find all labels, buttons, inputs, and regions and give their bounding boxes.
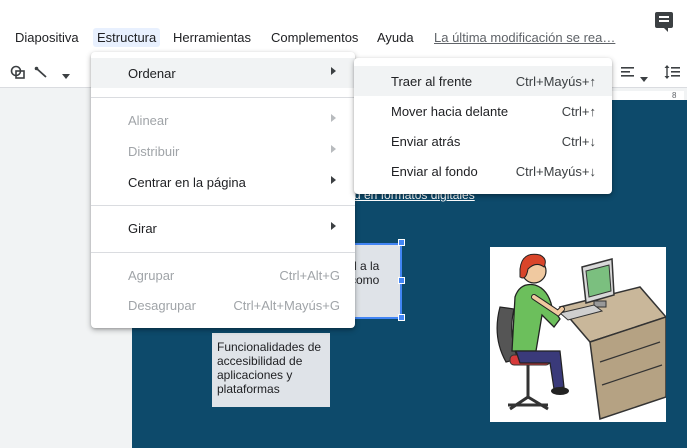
menu-item-alinear[interactable]: Alinear [91, 105, 355, 135]
menu-separator [91, 252, 355, 253]
comment-icon[interactable] [655, 12, 673, 32]
menu-item-ordenar[interactable]: Ordenar [91, 58, 355, 88]
menu-item-centrar[interactable]: Centrar en la página [91, 167, 355, 197]
menu-item-shortcut: Ctrl+Alt+Mayús+G [233, 298, 340, 313]
menu-bar: Diapositiva Estructura Herramientas Comp… [0, 0, 687, 58]
submenu-arrow-icon [331, 145, 336, 153]
textbox-accessibility[interactable]: Funcionalidades de accesibilidad de apli… [212, 333, 330, 407]
menu-item-agrupar[interactable]: Agrupar Ctrl+Alt+G [91, 260, 355, 290]
submenu-item-shortcut: Ctrl+↓ [561, 134, 596, 149]
chevron-down-icon[interactable] [62, 67, 70, 84]
submenu-item-label: Enviar al fondo [391, 164, 478, 179]
menu-herramientas[interactable]: Herramientas [173, 30, 251, 45]
menu-item-desagrupar[interactable]: Desagrupar Ctrl+Alt+Mayús+G [91, 290, 355, 320]
align-icon[interactable] [620, 64, 636, 84]
app-window: Diapositiva Estructura Herramientas Comp… [0, 0, 687, 448]
submenu-arrow-icon [331, 176, 336, 184]
menu-item-label: Agrupar [128, 268, 175, 283]
submenu-item-enviar-atras[interactable]: Enviar atrás Ctrl+↓ [354, 126, 612, 156]
ruler: 8 [612, 91, 684, 100]
submenu-item-label: Mover hacia delante [391, 104, 509, 119]
menu-item-label: Alinear [128, 113, 169, 128]
submenu-arrow-icon [331, 114, 336, 122]
menu-item-label: Ordenar [128, 66, 176, 81]
ordenar-submenu: Traer al frente Ctrl+Mayús+↑ Mover hacia… [354, 58, 612, 194]
menu-item-label: Centrar en la página [128, 175, 246, 190]
menu-separator [91, 205, 355, 206]
menu-separator [91, 97, 355, 98]
menu-item-label: Girar [128, 221, 157, 236]
submenu-item-enviar-al-fondo[interactable]: Enviar al fondo Ctrl+Mayús+↓ [354, 156, 612, 186]
estructura-menu: Ordenar Alinear Distribuir Centrar en la… [91, 52, 355, 328]
menu-item-label: Desagrupar [128, 298, 196, 313]
submenu-item-label: Traer al frente [391, 74, 473, 89]
resize-handle[interactable] [398, 277, 405, 284]
shape-icon[interactable] [10, 64, 26, 84]
line-spacing-icon[interactable] [664, 64, 680, 84]
menu-item-distribuir[interactable]: Distribuir [91, 136, 355, 166]
align-chevron-icon[interactable] [640, 70, 648, 87]
menu-complementos[interactable]: Complementos [271, 30, 358, 45]
menu-item-girar[interactable]: Girar [91, 213, 355, 243]
resize-handle[interactable] [398, 314, 405, 321]
line-icon[interactable] [34, 64, 50, 84]
submenu-item-shortcut: Ctrl+Mayús+↓ [515, 164, 596, 179]
person-at-computer-illustration [490, 247, 668, 422]
menu-diapositiva[interactable]: Diapositiva [15, 30, 79, 45]
submenu-item-mover-hacia-delante[interactable]: Mover hacia delante Ctrl+↑ [354, 96, 612, 126]
menu-item-label: Distribuir [128, 144, 180, 159]
submenu-item-shortcut: Ctrl+Mayús+↑ [515, 74, 596, 89]
resize-handle[interactable] [398, 239, 405, 246]
menu-ayuda[interactable]: Ayuda [377, 30, 414, 45]
menu-estructura[interactable]: Estructura [93, 28, 161, 47]
submenu-arrow-icon [331, 222, 336, 230]
submenu-item-shortcut: Ctrl+↑ [561, 104, 596, 119]
last-modified-link[interactable]: La última modificación se rea… [434, 30, 615, 45]
ruler-label: 8 [672, 91, 677, 100]
submenu-item-traer-al-frente[interactable]: Traer al frente Ctrl+Mayús+↑ [354, 66, 612, 96]
submenu-arrow-icon [331, 67, 336, 75]
menu-item-shortcut: Ctrl+Alt+G [279, 268, 340, 283]
submenu-item-label: Enviar atrás [391, 134, 461, 149]
